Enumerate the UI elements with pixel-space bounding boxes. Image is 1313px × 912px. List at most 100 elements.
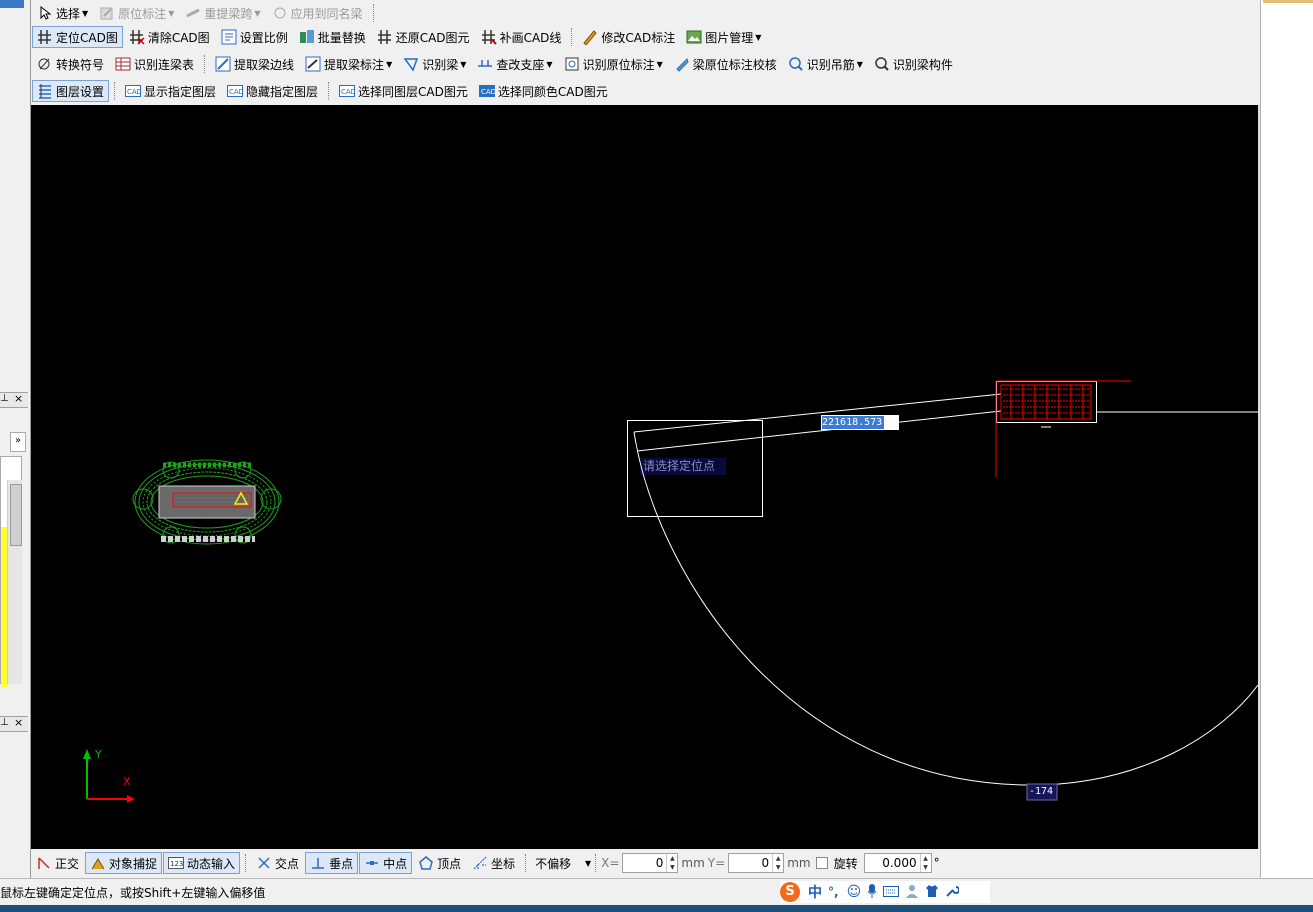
toolbar-row-1: 选择 ▼ 原位标注 ▼ 重提梁跨 ▼ 应用到同名梁 [32, 0, 379, 26]
coordinate-button[interactable]: 坐标 [467, 852, 520, 874]
x-unit: mm [681, 856, 705, 870]
sogou-logo-icon[interactable]: S [780, 882, 800, 902]
select-button[interactable]: 选择 ▼ [32, 2, 93, 24]
midpoint-button[interactable]: 中点 [359, 852, 413, 874]
keyboard-icon[interactable] [883, 885, 900, 900]
beam-mark-check-button[interactable]: 梁原位标注校核 [669, 53, 782, 75]
cad-drawing-thumbnail[interactable] [132, 459, 282, 545]
batch-replace-button[interactable]: 批量替换 [294, 26, 371, 48]
user-icon[interactable] [905, 884, 919, 901]
offset-mode-select[interactable]: 不偏移 ▼ [531, 853, 591, 873]
prompt-label: 请选择定位点 [643, 459, 716, 473]
spinner-icon[interactable]: ▲ ▼ [772, 854, 783, 872]
apply-same-button[interactable]: 应用到同名梁 [267, 2, 368, 24]
image-manage-button[interactable]: 图片管理 ▼ [681, 26, 766, 48]
axis-y-label: Y [95, 748, 102, 761]
left-panel-expand-button[interactable]: » [10, 432, 26, 452]
extract-beam-mark-button[interactable]: 提取梁标注 ▼ [300, 53, 397, 75]
right-panel-marker [1263, 0, 1313, 3]
locate-cad-button[interactable]: 定位CAD图 [32, 26, 123, 48]
cad-canvas[interactable]: 221618.573 请选择定位点 -174 Y X [31, 105, 1258, 849]
select-same-layer-button[interactable]: CAD 选择同图层CAD图元 [334, 80, 473, 102]
ime-punct[interactable]: °, [828, 885, 839, 899]
clear-cad-button[interactable]: 清除CAD图 [124, 26, 215, 48]
rotate-checkbox[interactable] [815, 857, 828, 869]
show-layer-label: 显示指定图层 [144, 84, 217, 99]
midpoint-icon [364, 855, 380, 871]
set-scale-button[interactable]: 设置比例 [216, 26, 293, 48]
vertex-button[interactable]: 顶点 [413, 852, 466, 874]
pin-icon[interactable]: ⊥ [0, 717, 9, 728]
orig-mark-button[interactable]: 原位标注 ▼ [94, 2, 179, 24]
identify-beam-table-label: 识别连梁表 [134, 57, 195, 72]
perpendicular-icon [310, 855, 326, 871]
restore-cad-button[interactable]: 还原CAD图元 [372, 26, 475, 48]
identify-beam-member-button[interactable]: 识别梁构件 [869, 53, 958, 75]
ime-toolbar: S 中 °, ☺ [780, 881, 990, 903]
rotate-input[interactable]: 0.000 ▲ ▼ [863, 853, 932, 873]
identify-orig-mark-label: 识别原位标注 [582, 57, 655, 72]
ime-lang[interactable]: 中 [808, 882, 822, 902]
y-unit: mm [787, 856, 811, 870]
spinner-icon[interactable]: ▲ ▼ [919, 854, 931, 872]
vertex-label: 顶点 [437, 856, 462, 871]
x-offset-input[interactable]: 0 ▲ ▼ [622, 853, 679, 873]
dynamic-input-button[interactable]: 123 动态输入 [163, 852, 241, 874]
intersection-button[interactable]: 交点 [251, 852, 304, 874]
identify-hanger-button[interactable]: 识别吊筋 ▼ [783, 53, 868, 75]
y-offset-input[interactable]: 0 ▲ ▼ [728, 853, 785, 873]
snap-button[interactable]: 对象捕捉 [85, 852, 163, 874]
dynamic-input-icon: 123 [168, 855, 185, 871]
guide-line-top [633, 393, 1002, 433]
ortho-button[interactable]: 正交 [31, 852, 84, 874]
distance-input[interactable]: 221618.573 [822, 416, 882, 429]
table-icon [115, 56, 131, 72]
wrench-icon[interactable] [945, 884, 961, 901]
separator [372, 4, 375, 22]
y-label: Y= [707, 856, 726, 870]
extract-beam-edge-button[interactable]: 提取梁边线 [210, 53, 299, 75]
select-same-color-button[interactable]: CAD 选择同颜色CAD图元 [474, 80, 613, 102]
perpendicular-button[interactable]: 垂点 [305, 852, 359, 874]
patch-cad-line-button[interactable]: 补画CAD线 [476, 26, 567, 48]
separator [571, 28, 573, 46]
hide-layer-button[interactable]: CAD 隐藏指定图层 [222, 80, 323, 102]
batch-icon [299, 29, 315, 45]
cad-select-layer-icon: CAD [339, 83, 356, 99]
select-same-color-label: 选择同颜色CAD图元 [497, 84, 608, 99]
identify-orig-mark-button[interactable]: 识别原位标注 ▼ [559, 53, 668, 75]
set-scale-label: 设置比例 [239, 30, 288, 45]
spinner-icon[interactable]: ▲ ▼ [666, 854, 677, 872]
cad-target-block[interactable] [995, 380, 1131, 477]
cursor-icon [37, 5, 53, 21]
cad-show-icon: CAD [125, 83, 142, 99]
dynamic-input-label: 动态输入 [187, 856, 236, 871]
canvas-right-strip [1258, 105, 1260, 849]
left-panel-top-button[interactable] [0, 0, 24, 8]
locate-cad-label: 定位CAD图 [56, 30, 118, 45]
relift-span-button[interactable]: 重提梁跨 ▼ [180, 2, 265, 24]
x-label: X= [601, 856, 620, 870]
close-icon[interactable]: × [14, 716, 23, 729]
microphone-icon[interactable] [867, 883, 877, 901]
close-icon[interactable]: × [14, 392, 23, 405]
identify-beam-button[interactable]: 识别梁 ▼ [398, 53, 471, 75]
emoji-icon[interactable]: ☺ [847, 884, 862, 900]
show-layer-button[interactable]: CAD 显示指定图层 [120, 80, 221, 102]
pencil-icon [99, 5, 115, 21]
shirt-icon[interactable] [925, 884, 939, 901]
separator [595, 854, 597, 872]
check-support-button[interactable]: 查改支座 ▼ [472, 53, 557, 75]
convert-symbol-label: 转换符号 [56, 57, 105, 72]
identify-beam-table-button[interactable]: 识别连梁表 [110, 53, 199, 75]
toolbar-row-2: 定位CAD图 清除CAD图 设置比例 批量替换 还原CAD图元 补画CAD线 修… [32, 24, 767, 50]
convert-symbol-button[interactable]: 转换符号 [32, 53, 109, 75]
guide-line-bottom [636, 410, 1002, 452]
layer-settings-button[interactable]: 图层设置 [32, 80, 110, 102]
member-icon [874, 56, 890, 72]
left-panel-scrollbar[interactable] [7, 480, 22, 684]
identify-beam-member-label: 识别梁构件 [892, 57, 953, 72]
pin-icon[interactable]: ⊥ [0, 393, 9, 404]
modify-cad-mark-button[interactable]: 修改CAD标注 [577, 26, 680, 48]
apply-icon [272, 5, 288, 21]
